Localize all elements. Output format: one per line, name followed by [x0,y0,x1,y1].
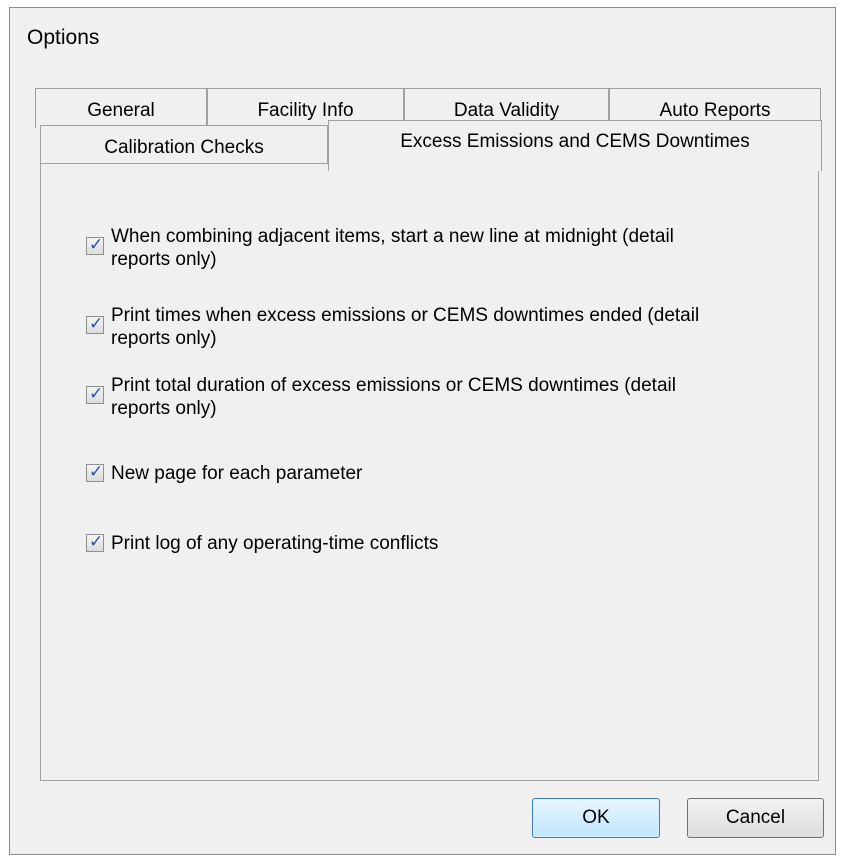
option-label-line2: reports only) [111,328,217,349]
title-bar[interactable]: Options [10,8,835,66]
option-label: Print log of any operating-time conflict… [111,532,438,555]
option-print-total-duration[interactable]: ✓ Print total duration of excess emissio… [86,374,676,420]
option-label-line2: reports only) [111,249,217,270]
tab-label: Excess Emissions and CEMS Downtimes [400,131,750,152]
window-title: Options [27,26,100,49]
option-print-end-times[interactable]: ✓ Print times when excess emissions or C… [86,304,699,350]
checkbox[interactable]: ✓ [86,235,104,255]
option-label-line1: Print log of any operating-time conflict… [111,533,439,554]
option-label: New page for each parameter [111,462,362,485]
option-label: When combining adjacent items, start a n… [111,225,674,271]
option-combine-midnight[interactable]: ✓ When combining adjacent items, start a… [86,225,674,271]
cancel-button[interactable]: Cancel [687,798,824,838]
checkbox[interactable]: ✓ [86,532,104,552]
checkbox[interactable]: ✓ [86,314,104,334]
option-label-line2: reports only) [111,398,217,419]
tab-general[interactable]: General [35,88,207,128]
checkmark-icon: ✓ [89,235,104,255]
option-label-line1: Print total duration of excess emissions… [111,375,676,396]
checkmark-icon: ✓ [89,462,104,482]
checkmark-icon: ✓ [89,532,104,552]
options-dialog: Options General Facility Info Data Valid… [9,7,836,855]
tab-calibration-checks[interactable]: Calibration Checks [40,125,328,165]
option-label: Print times when excess emissions or CEM… [111,304,699,350]
checkbox[interactable]: ✓ [86,384,104,404]
option-label-line1: When combining adjacent items, start a n… [111,226,674,247]
option-print-conflict-log[interactable]: ✓ Print log of any operating-time confli… [86,532,438,555]
option-new-page-per-parameter[interactable]: ✓ New page for each parameter [86,462,362,485]
ok-button[interactable]: OK [532,798,660,838]
checkbox[interactable]: ✓ [86,462,104,482]
checkmark-icon: ✓ [89,384,104,404]
checkmark-icon: ✓ [89,314,104,334]
tab-panel: ✓ When combining adjacent items, start a… [40,163,819,781]
option-label-line1: New page for each parameter [111,463,363,484]
option-label: Print total duration of excess emissions… [111,374,676,420]
option-label-line1: Print times when excess emissions or CEM… [111,305,700,326]
tab-excess-emissions-cems-downtimes[interactable]: Excess Emissions and CEMS Downtimes [328,120,822,171]
